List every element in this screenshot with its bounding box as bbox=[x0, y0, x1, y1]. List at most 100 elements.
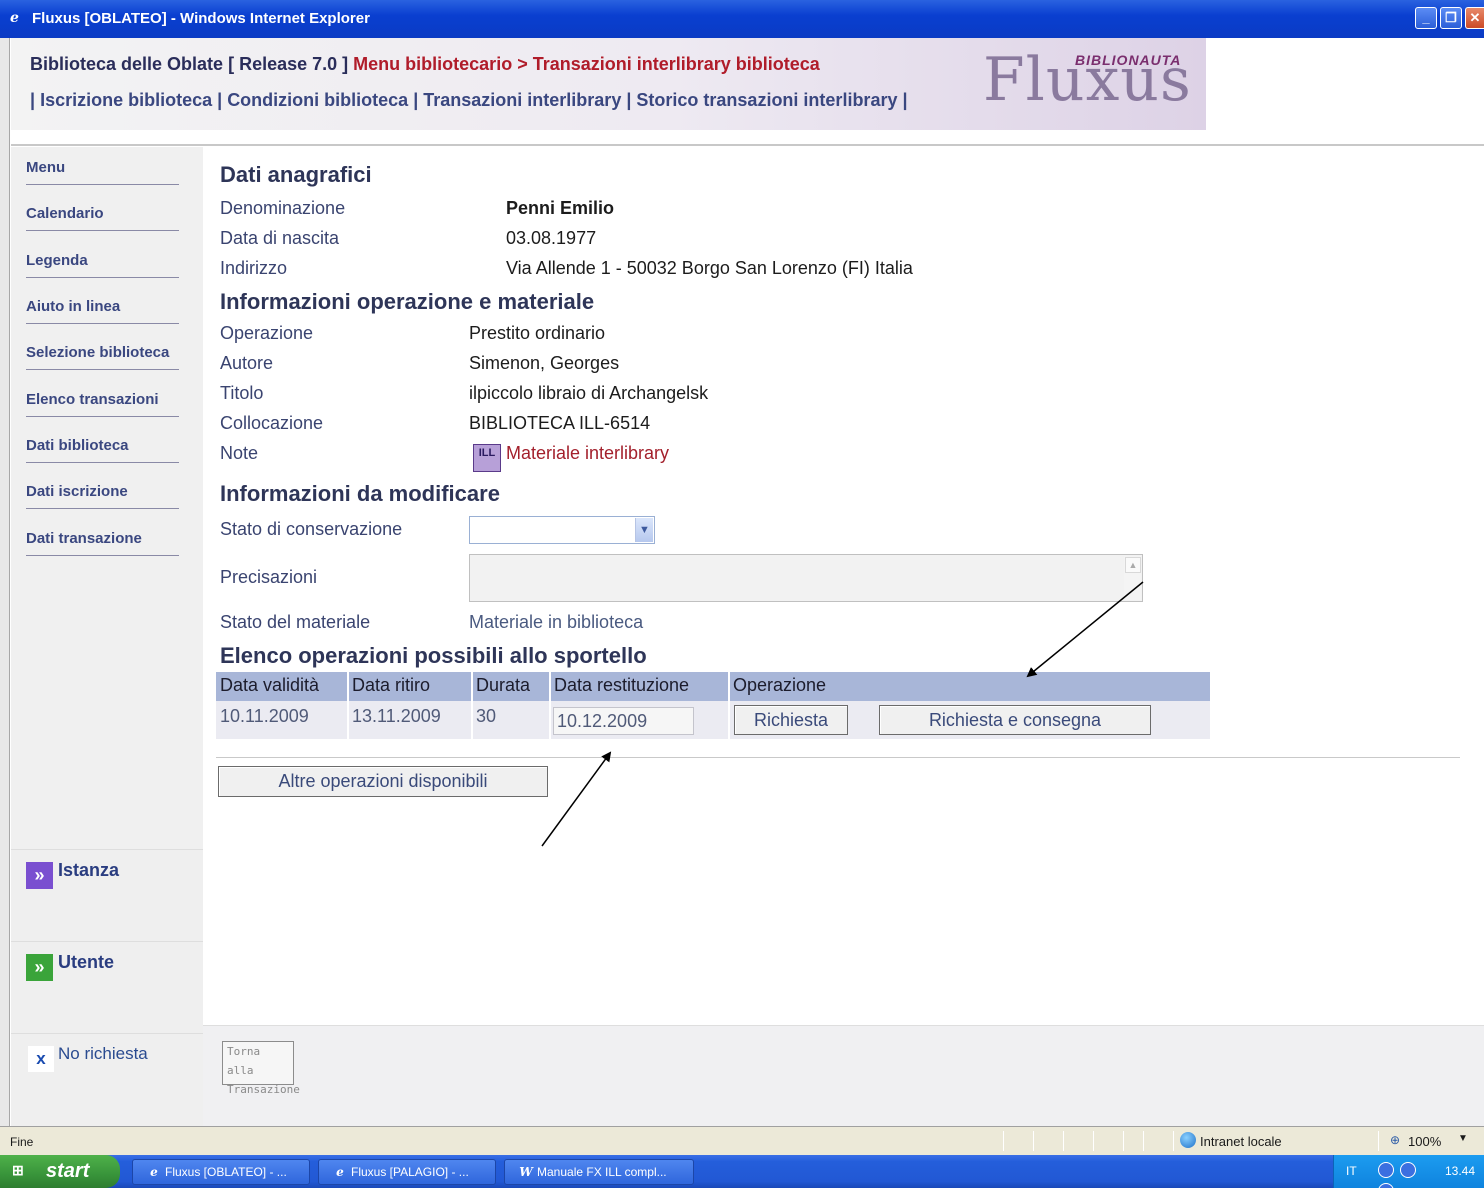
minimize-button[interactable]: _ bbox=[1415, 7, 1437, 29]
section-title-anagrafica: Dati anagrafici bbox=[220, 162, 372, 187]
sidebar-item-legenda[interactable]: Legenda bbox=[26, 248, 179, 278]
ie-icon: e bbox=[336, 1165, 344, 1179]
richiesta-button[interactable]: Richiesta bbox=[734, 705, 848, 735]
column-divider bbox=[471, 672, 473, 739]
start-button[interactable]: ⊞ start bbox=[0, 1155, 120, 1188]
label-data-nascita: Data di nascita bbox=[220, 228, 340, 248]
sidebar-item-dati-biblioteca[interactable]: Dati biblioteca bbox=[26, 433, 179, 463]
utente-panel[interactable]: » Utente bbox=[11, 941, 203, 1033]
taskbar-item-oblateo[interactable]: e Fluxus [OBLATEO] - ... bbox=[132, 1159, 310, 1185]
fluxus-logo: Fluxus BIBLIONAUTA bbox=[983, 42, 1193, 120]
nav-iscrizione-biblioteca[interactable]: Iscrizione biblioteca bbox=[40, 90, 212, 110]
windows-logo-icon: ⊞ bbox=[12, 1162, 24, 1178]
section-title-operazione: Informazioni operazione e materiale bbox=[220, 289, 595, 314]
task-label: Manuale FX ILL compl... bbox=[537, 1165, 667, 1179]
column-divider bbox=[347, 672, 349, 739]
istanza-label: Istanza bbox=[58, 860, 120, 880]
nav-transazioni-interlibrary[interactable]: Transazioni interlibrary bbox=[423, 90, 621, 110]
tray-messenger-icon[interactable] bbox=[1400, 1162, 1417, 1178]
table-header: Data validità Data ritiro Durata Data re… bbox=[216, 672, 1210, 701]
library-name: Biblioteca delle Oblate bbox=[30, 54, 224, 74]
altre-operazioni-button[interactable]: Altre operazioni disponibili bbox=[218, 766, 548, 797]
istanza-panel[interactable]: » Istanza bbox=[11, 849, 203, 941]
data-restituzione-input[interactable]: 10.12.2009 bbox=[553, 707, 694, 735]
ie-icon: e bbox=[150, 1165, 158, 1179]
value-stato-materiale: Materiale in biblioteca bbox=[469, 612, 644, 632]
close-button[interactable]: ✕ bbox=[1465, 7, 1484, 29]
status-divider bbox=[1143, 1131, 1144, 1151]
label-indirizzo: Indirizzo bbox=[220, 258, 288, 278]
header-divider bbox=[11, 144, 1484, 146]
sidebar-item-calendario[interactable]: Calendario bbox=[26, 201, 179, 231]
interlibrary-icon[interactable]: ILL bbox=[473, 444, 501, 472]
stato-conservazione-select[interactable]: ▼ bbox=[469, 516, 655, 544]
status-bar: Fine Intranet locale ⊕ 100% ▼ bbox=[0, 1126, 1484, 1155]
col-data-validita: Data validità bbox=[220, 675, 320, 695]
restore-button[interactable]: ❐ bbox=[1440, 7, 1462, 29]
label-titolo: Titolo bbox=[220, 383, 264, 403]
label-stato-conservazione: Stato di conservazione bbox=[220, 519, 403, 539]
sidebar-item-aiuto[interactable]: Aiuto in linea bbox=[26, 294, 179, 324]
clock[interactable]: 13.44 bbox=[1445, 1164, 1475, 1178]
close-x-icon: x bbox=[28, 1046, 54, 1072]
content-divider bbox=[216, 757, 1460, 758]
language-indicator[interactable]: IT bbox=[1346, 1164, 1357, 1178]
zoom-level[interactable]: 100% bbox=[1408, 1134, 1441, 1149]
richiesta-consegna-button[interactable]: Richiesta e consegna bbox=[879, 705, 1151, 735]
value-note-link[interactable]: Materiale interlibrary bbox=[506, 443, 669, 464]
value-operazione: Prestito ordinario bbox=[469, 323, 606, 343]
precisazioni-textarea[interactable]: ▲ bbox=[469, 554, 1143, 602]
status-divider bbox=[1063, 1131, 1064, 1151]
nav-separator: | bbox=[626, 90, 632, 110]
sidebar-item-menu[interactable]: Menu bbox=[26, 155, 179, 185]
sidebar-item-dati-iscrizione[interactable]: Dati iscrizione bbox=[26, 479, 179, 509]
nav-separator: | bbox=[30, 90, 36, 110]
ie-window: e Fluxus [OBLATEO] - Windows Internet Ex… bbox=[0, 0, 1484, 1188]
task-label: Fluxus [PALAGIO] - ... bbox=[351, 1165, 469, 1179]
word-icon: W bbox=[519, 1165, 533, 1179]
logo-subtitle: BIBLIONAUTA bbox=[1075, 52, 1182, 68]
sidebar-item-elenco-transazioni[interactable]: Elenco transazioni bbox=[26, 387, 179, 417]
section-title-modifica: Informazioni da modificare bbox=[220, 481, 500, 506]
taskbar-item-manuale[interactable]: W Manuale FX ILL compl... bbox=[504, 1159, 694, 1185]
value-autore: Simenon, Georges bbox=[469, 353, 620, 373]
label-note: Note bbox=[220, 443, 259, 463]
label-operazione: Operazione bbox=[220, 323, 314, 343]
status-divider bbox=[1093, 1131, 1094, 1151]
page-header: Biblioteca delle Oblate [ Release 7.0 ] … bbox=[11, 38, 1484, 146]
sidebar-panels: » Istanza » Utente x No richiesta bbox=[11, 849, 203, 1126]
value-titolo: ilpiccolo libraio di Archangelsk bbox=[469, 383, 709, 403]
value-indirizzo: Via Allende 1 - 50032 Borgo San Lorenzo … bbox=[506, 258, 913, 278]
tray-network-icon[interactable] bbox=[1378, 1162, 1394, 1178]
label-denominazione: Denominazione bbox=[220, 198, 346, 218]
status-divider bbox=[1033, 1131, 1034, 1151]
security-zone[interactable]: Intranet locale bbox=[1200, 1134, 1282, 1149]
scroll-up-icon[interactable]: ▲ bbox=[1125, 557, 1141, 573]
torna-transazione-button[interactable]: Torna alla Transazione bbox=[222, 1041, 300, 1096]
start-label: start bbox=[46, 1160, 90, 1182]
double-chevron-icon: » bbox=[26, 862, 53, 889]
ie-icon: e bbox=[10, 10, 19, 26]
torna-label-line1: Torna alla bbox=[227, 1045, 261, 1077]
sidebar-item-dati-transazione[interactable]: Dati transazione bbox=[26, 526, 179, 556]
sidebar-item-selezione-biblioteca[interactable]: Selezione biblioteca bbox=[26, 340, 179, 370]
cell-data-ritiro: 13.11.2009 bbox=[352, 706, 441, 726]
breadcrumb: Biblioteca delle Oblate [ Release 7.0 ] … bbox=[30, 54, 820, 75]
bottom-panel: Torna alla Transazione bbox=[203, 1025, 1484, 1126]
nav-separator: | bbox=[217, 90, 223, 110]
nav-storico-transazioni[interactable]: Storico transazioni interlibrary bbox=[636, 90, 897, 110]
taskbar-item-palagio[interactable]: e Fluxus [PALAGIO] - ... bbox=[318, 1159, 496, 1185]
nav-condizioni-biblioteca[interactable]: Condizioni biblioteca bbox=[227, 90, 408, 110]
column-divider bbox=[728, 672, 730, 739]
chevron-down-icon[interactable]: ▼ bbox=[635, 518, 653, 542]
nav-separator: | bbox=[902, 90, 908, 110]
col-data-ritiro: Data ritiro bbox=[352, 675, 431, 695]
main-content: Dati anagrafici Denominazione Penni Emil… bbox=[203, 147, 1484, 1025]
value-data-nascita: 03.08.1977 bbox=[506, 228, 597, 248]
value-denominazione: Penni Emilio bbox=[506, 198, 615, 218]
tray-volume-icon[interactable] bbox=[1378, 1183, 1394, 1188]
breadcrumb-current: Transazioni interlibrary biblioteca bbox=[532, 54, 820, 74]
zoom-dropdown-icon[interactable]: ▼ bbox=[1458, 1133, 1468, 1144]
zoom-icon[interactable]: ⊕ bbox=[1390, 1133, 1400, 1147]
breadcrumb-menu[interactable]: Menu bibliotecario bbox=[353, 54, 512, 74]
